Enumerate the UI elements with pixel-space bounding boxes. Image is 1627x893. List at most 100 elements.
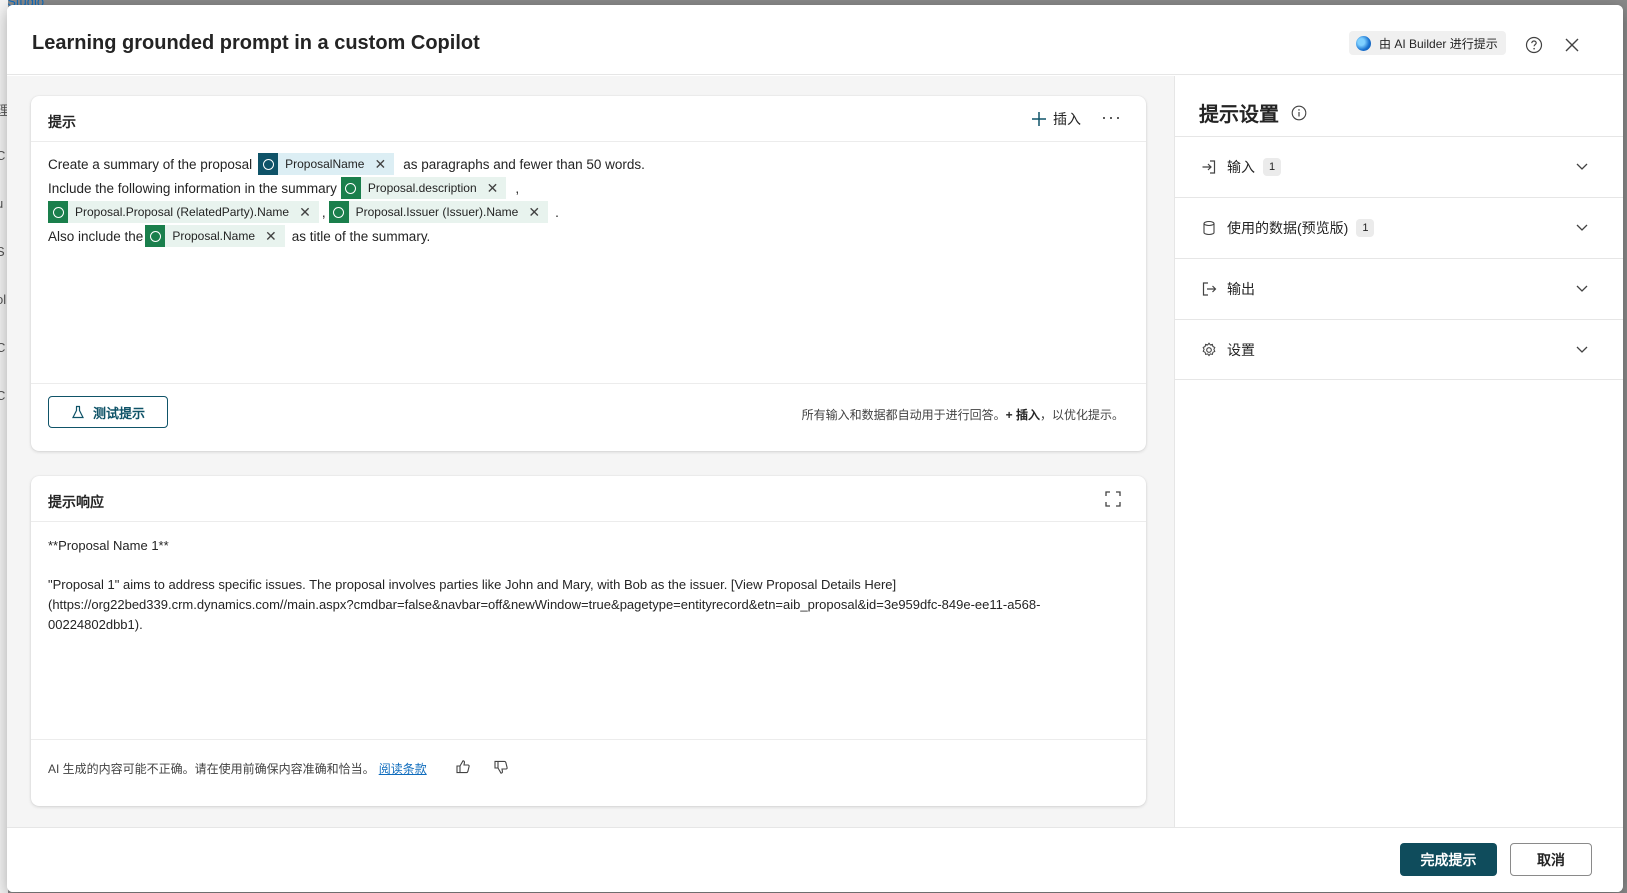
accordion-inputs[interactable]: 输入 1 [1175,136,1623,197]
response-section-title: 提示响应 [48,494,104,510]
response-text: **Proposal Name 1** "Proposal 1" aims to… [48,536,1128,635]
disclaimer-text: AI 生成的内容可能不正确。请在使用前确保内容准确和恰当。 [48,762,375,776]
accordion-settings[interactable]: 设置 [1175,319,1623,380]
dialog-footer: 完成提示 取消 [7,827,1623,892]
hint-insert-text: + 插入 [1005,408,1040,422]
response-line: 00224802dbb1). [48,617,143,632]
accordion-label: 输入 [1227,159,1255,175]
dataverse-icon [340,177,361,199]
prompt-editor-area: 提示 插入 ··· Create a summary of the propos… [7,76,1174,827]
count-badge: 1 [1263,158,1282,176]
data-token[interactable]: Proposal.Proposal (RelatedParty).Name ✕ [48,201,319,223]
prompt-line: Include the following information in the… [48,176,1128,200]
info-icon[interactable] [1291,105,1307,121]
background-char: S [0,244,5,259]
flask-icon [72,405,84,419]
remove-token-icon[interactable]: ✕ [299,205,311,219]
remove-token-icon[interactable]: ✕ [265,229,277,243]
input-token[interactable]: ProposalName ✕ [258,153,395,175]
response-card: 提示响应 **Proposal Name 1** "Proposal 1" ai… [31,476,1146,806]
help-icon[interactable] [1524,35,1544,55]
thumbs-up-icon[interactable] [455,759,471,775]
prompt-text: . [555,204,559,220]
dialog-header: Learning grounded prompt in a custom Cop… [7,5,1623,75]
settings-title-text: 提示设置 [1199,104,1279,126]
thumbs-down-icon[interactable] [493,759,509,775]
test-prompt-button[interactable]: 测试提示 [48,396,168,428]
settings-panel-title: 提示设置 [1199,98,1307,127]
read-terms-link[interactable]: 阅读条款 [379,760,427,777]
dataverse-icon [328,201,349,223]
expand-icon[interactable] [1104,490,1122,508]
more-options-button[interactable]: ··· [1101,107,1122,128]
chevron-down-icon [1576,285,1588,292]
prompt-card-footer: 测试提示 所有输入和数据都自动用于进行回答。+ 插入，以优化提示。 [31,383,1146,451]
ai-builder-icon [1356,35,1371,51]
prompt-line: Create a summary of the proposal Proposa… [48,152,1128,176]
dataverse-icon [145,225,166,247]
ai-builder-badge[interactable]: 由 AI Builder 进行提示 [1349,31,1506,55]
prompt-section-title: 提示 [48,114,76,130]
input-variable-icon [258,153,279,175]
response-line: (https://org22bed339.crm.dynamics.com//m… [48,597,1041,612]
settings-accordion: 输入 1 使用的数据(预览版) 1 输出 设置 [1175,136,1623,380]
dialog-title: Learning grounded prompt in a custom Cop… [32,32,480,54]
prompt-dialog: Learning grounded prompt in a custom Cop… [7,5,1623,892]
token-label: Proposal.Proposal (RelatedParty).Name [75,205,290,219]
response-line: **Proposal Name 1** [48,538,169,553]
accordion-output[interactable]: 输出 [1175,258,1623,319]
ai-disclaimer: AI 生成的内容可能不正确。请在使用前确保内容准确和恰当。 阅读条款 [48,760,427,777]
insert-hint: 所有输入和数据都自动用于进行回答。+ 插入，以优化提示。 [802,406,1124,423]
remove-token-icon[interactable]: ✕ [374,157,386,171]
hint-text: ，以优化提示。 [1039,408,1124,422]
data-token[interactable]: Proposal.description ✕ [340,177,507,199]
prompt-text: , [321,204,326,220]
data-token[interactable]: Proposal.Issuer (Issuer).Name ✕ [328,201,549,223]
prompt-text: as title of the summary. [291,228,431,244]
remove-token-icon[interactable]: ✕ [487,181,499,195]
prompt-text-editor[interactable]: Create a summary of the proposal Proposa… [48,152,1128,248]
hint-text: 所有输入和数据都自动用于进行回答。 [801,408,1006,422]
response-card-footer: AI 生成的内容可能不正确。请在使用前确保内容准确和恰当。 阅读条款 [31,739,1146,806]
gear-icon [1202,341,1216,356]
prompt-line: Also include the Proposal.Name ✕ as titl… [48,224,1128,248]
token-label: Proposal.Issuer (Issuer).Name [355,205,519,219]
database-icon [1203,220,1215,236]
response-line: "Proposal 1" aims to address specific is… [48,577,897,592]
output-arrow-icon [1202,282,1217,296]
prompt-text: as paragraphs and fewer than 50 words. [403,156,645,172]
dataverse-icon [48,201,68,223]
chevron-down-icon [1576,346,1588,353]
background-char: ol [0,292,7,307]
prompt-text: Create a summary of the proposal [48,156,253,172]
background-char: C [0,340,6,355]
prompt-card: 提示 插入 ··· Create a summary of the propos… [31,96,1146,451]
accordion-label: 输出 [1227,281,1255,297]
prompt-card-header: 提示 插入 ··· [31,96,1146,142]
accordion-data-used[interactable]: 使用的数据(预览版) 1 [1175,197,1623,258]
prompt-text: , [515,180,520,196]
prompt-text: Also include the [48,228,144,244]
data-token[interactable]: Proposal.Name ✕ [145,225,285,247]
close-icon[interactable] [1562,35,1582,55]
finish-prompt-button[interactable]: 完成提示 [1400,843,1497,876]
background-char: C [0,148,6,163]
background-char: u [0,196,3,211]
chevron-down-icon [1576,224,1588,231]
insert-label: 插入 [1053,111,1081,127]
response-card-header: 提示响应 [31,476,1146,522]
token-label: Proposal.description [367,181,477,195]
background-char: C [0,388,6,403]
remove-token-icon[interactable]: ✕ [528,205,540,219]
prompt-text: Include the following information in the… [48,180,337,196]
accordion-label: 使用的数据(预览版) [1227,220,1349,236]
prompt-settings-panel: 提示设置 输入 1 使用的数据(预览版) 1 输出 设置 [1174,76,1623,827]
ai-builder-label: 由 AI Builder 进行提示 [1379,36,1498,51]
count-badge: 1 [1356,219,1375,237]
test-prompt-label: 测试提示 [92,405,145,421]
insert-button[interactable]: 插入 [1031,109,1081,129]
cancel-button[interactable]: 取消 [1510,843,1592,876]
token-label: ProposalName [285,157,365,171]
input-arrow-icon [1202,160,1216,174]
prompt-line: Proposal.Proposal (RelatedParty).Name ✕ … [48,200,1128,224]
